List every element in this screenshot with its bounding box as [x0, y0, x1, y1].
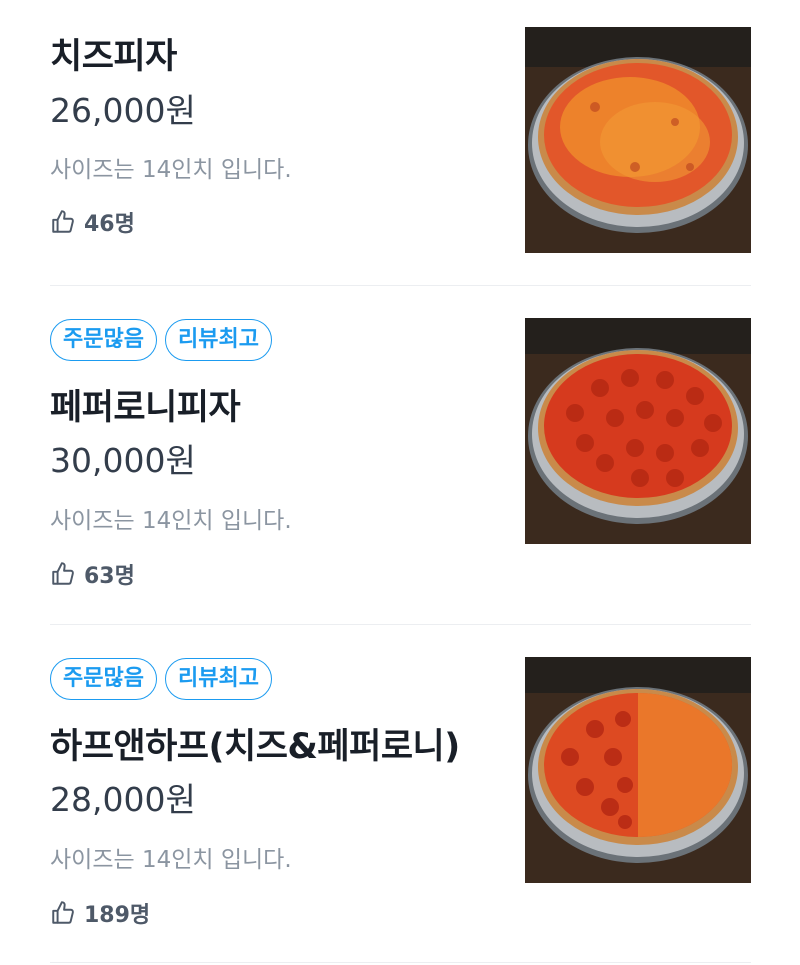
menu-item-price: 30,000원 [50, 441, 196, 480]
cheese-pizza-image [525, 27, 751, 253]
pepperoni-pizza-image [525, 318, 751, 544]
like-count-text: 63명 [84, 564, 135, 589]
half-and-half-pizza-image [525, 657, 751, 883]
like-count: 189명 [50, 897, 150, 929]
menu-item-description: 사이즈는 14인치 입니다. [50, 508, 292, 534]
like-count-text: 46명 [84, 212, 135, 237]
divider [50, 962, 751, 963]
thumbs-up-icon [52, 210, 74, 233]
menu-item-description: 사이즈는 14인치 입니다. [50, 847, 292, 873]
tag-list: 주문많음 리뷰최고 [50, 319, 272, 361]
thumbs-up-icon [52, 562, 74, 585]
like-count-text: 189명 [84, 903, 151, 928]
menu-item-half-and-half-pizza[interactable]: 주문많음 리뷰최고 하프앤하프(치즈&페퍼로니) 28,000원 사이즈는 14… [0, 625, 800, 965]
menu-item-price: 26,000원 [50, 91, 196, 130]
tag-best-review: 리뷰최고 [164, 319, 272, 361]
tag-best-review: 리뷰최고 [164, 658, 272, 700]
thumbs-up-icon [52, 901, 74, 924]
tag-list: 주문많음 리뷰최고 [50, 658, 272, 700]
menu-item-cheese-pizza[interactable]: 치즈피자 26,000원 사이즈는 14인치 입니다. 46명 [0, 0, 800, 285]
menu-item-name: 치즈피자 [50, 37, 177, 77]
tag-popular: 주문많음 [50, 319, 157, 361]
menu-list: 치즈피자 26,000원 사이즈는 14인치 입니다. 46명 주문많음 리뷰최… [0, 0, 800, 965]
menu-item-pepperoni-pizza[interactable]: 주문많음 리뷰최고 페퍼로니피자 30,000원 사이즈는 14인치 입니다. … [0, 286, 800, 624]
like-count: 46명 [50, 206, 135, 238]
tag-popular: 주문많음 [50, 658, 157, 700]
menu-item-price: 28,000원 [50, 780, 196, 819]
menu-item-description: 사이즈는 14인치 입니다. [50, 157, 292, 183]
menu-item-name: 하프앤하프(치즈&페퍼로니) [50, 727, 460, 767]
like-count: 63명 [50, 558, 135, 590]
menu-item-name: 페퍼로니피자 [50, 388, 241, 428]
